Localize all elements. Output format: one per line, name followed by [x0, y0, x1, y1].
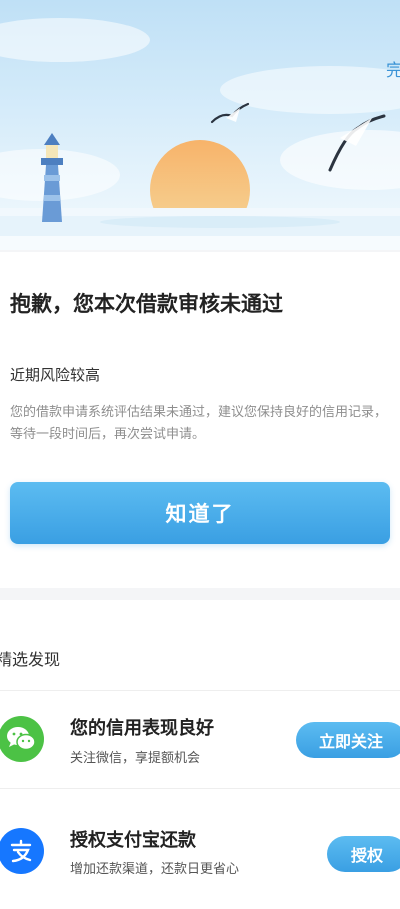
divider — [0, 788, 400, 789]
list-item-alipay[interactable]: 授权支付宝还款 增加还款渠道，还款日更省心 授权 — [0, 790, 400, 886]
hero-banner: 完 — [0, 0, 400, 250]
item-title: 您的信用表现良好 — [70, 718, 214, 739]
item-subtitle: 增加还款渠道，还款日更省心 — [70, 862, 240, 877]
page-title: 抱歉，您本次借款审核未通过 — [10, 292, 283, 316]
wechat-icon — [0, 716, 44, 762]
item-subtitle: 关注微信，享提额机会 — [70, 751, 201, 766]
lighthouse-icon — [41, 133, 63, 222]
list-item-wechat[interactable]: 您的信用表现良好 关注微信，享提额机会 立即关注 — [0, 692, 400, 788]
authorize-button[interactable]: 授权 — [327, 836, 400, 872]
alipay-icon — [0, 828, 44, 874]
result-description: 您的借款申请系统评估结果未通过，建议您保持良好的信用记录，等待一段时间后，再次尝… — [10, 405, 388, 442]
sunset-illustration — [0, 18, 400, 250]
item-title: 授权支付宝还款 — [70, 830, 196, 851]
risk-label: 近期风险较高 — [10, 366, 101, 384]
follow-button[interactable]: 立即关注 — [296, 722, 400, 758]
section-title: 精选发现 — [0, 650, 61, 669]
page: 完 抱歉，您本次借款审核未通过 近期风险较高 您的借款申请系统评估结果未通过，建… — [0, 0, 400, 909]
done-button[interactable]: 完 — [386, 56, 400, 81]
acknowledge-button[interactable]: 知道了 — [10, 482, 390, 544]
divider — [0, 690, 400, 691]
result-card: 抱歉，您本次借款审核未通过 近期风险较高 您的借款申请系统评估结果未通过，建议您… — [0, 252, 400, 588]
discover-section: 精选发现 您的信用表现良好 关注微信，享提额机会 立即关注 授权支付宝还款 增加… — [0, 600, 400, 909]
